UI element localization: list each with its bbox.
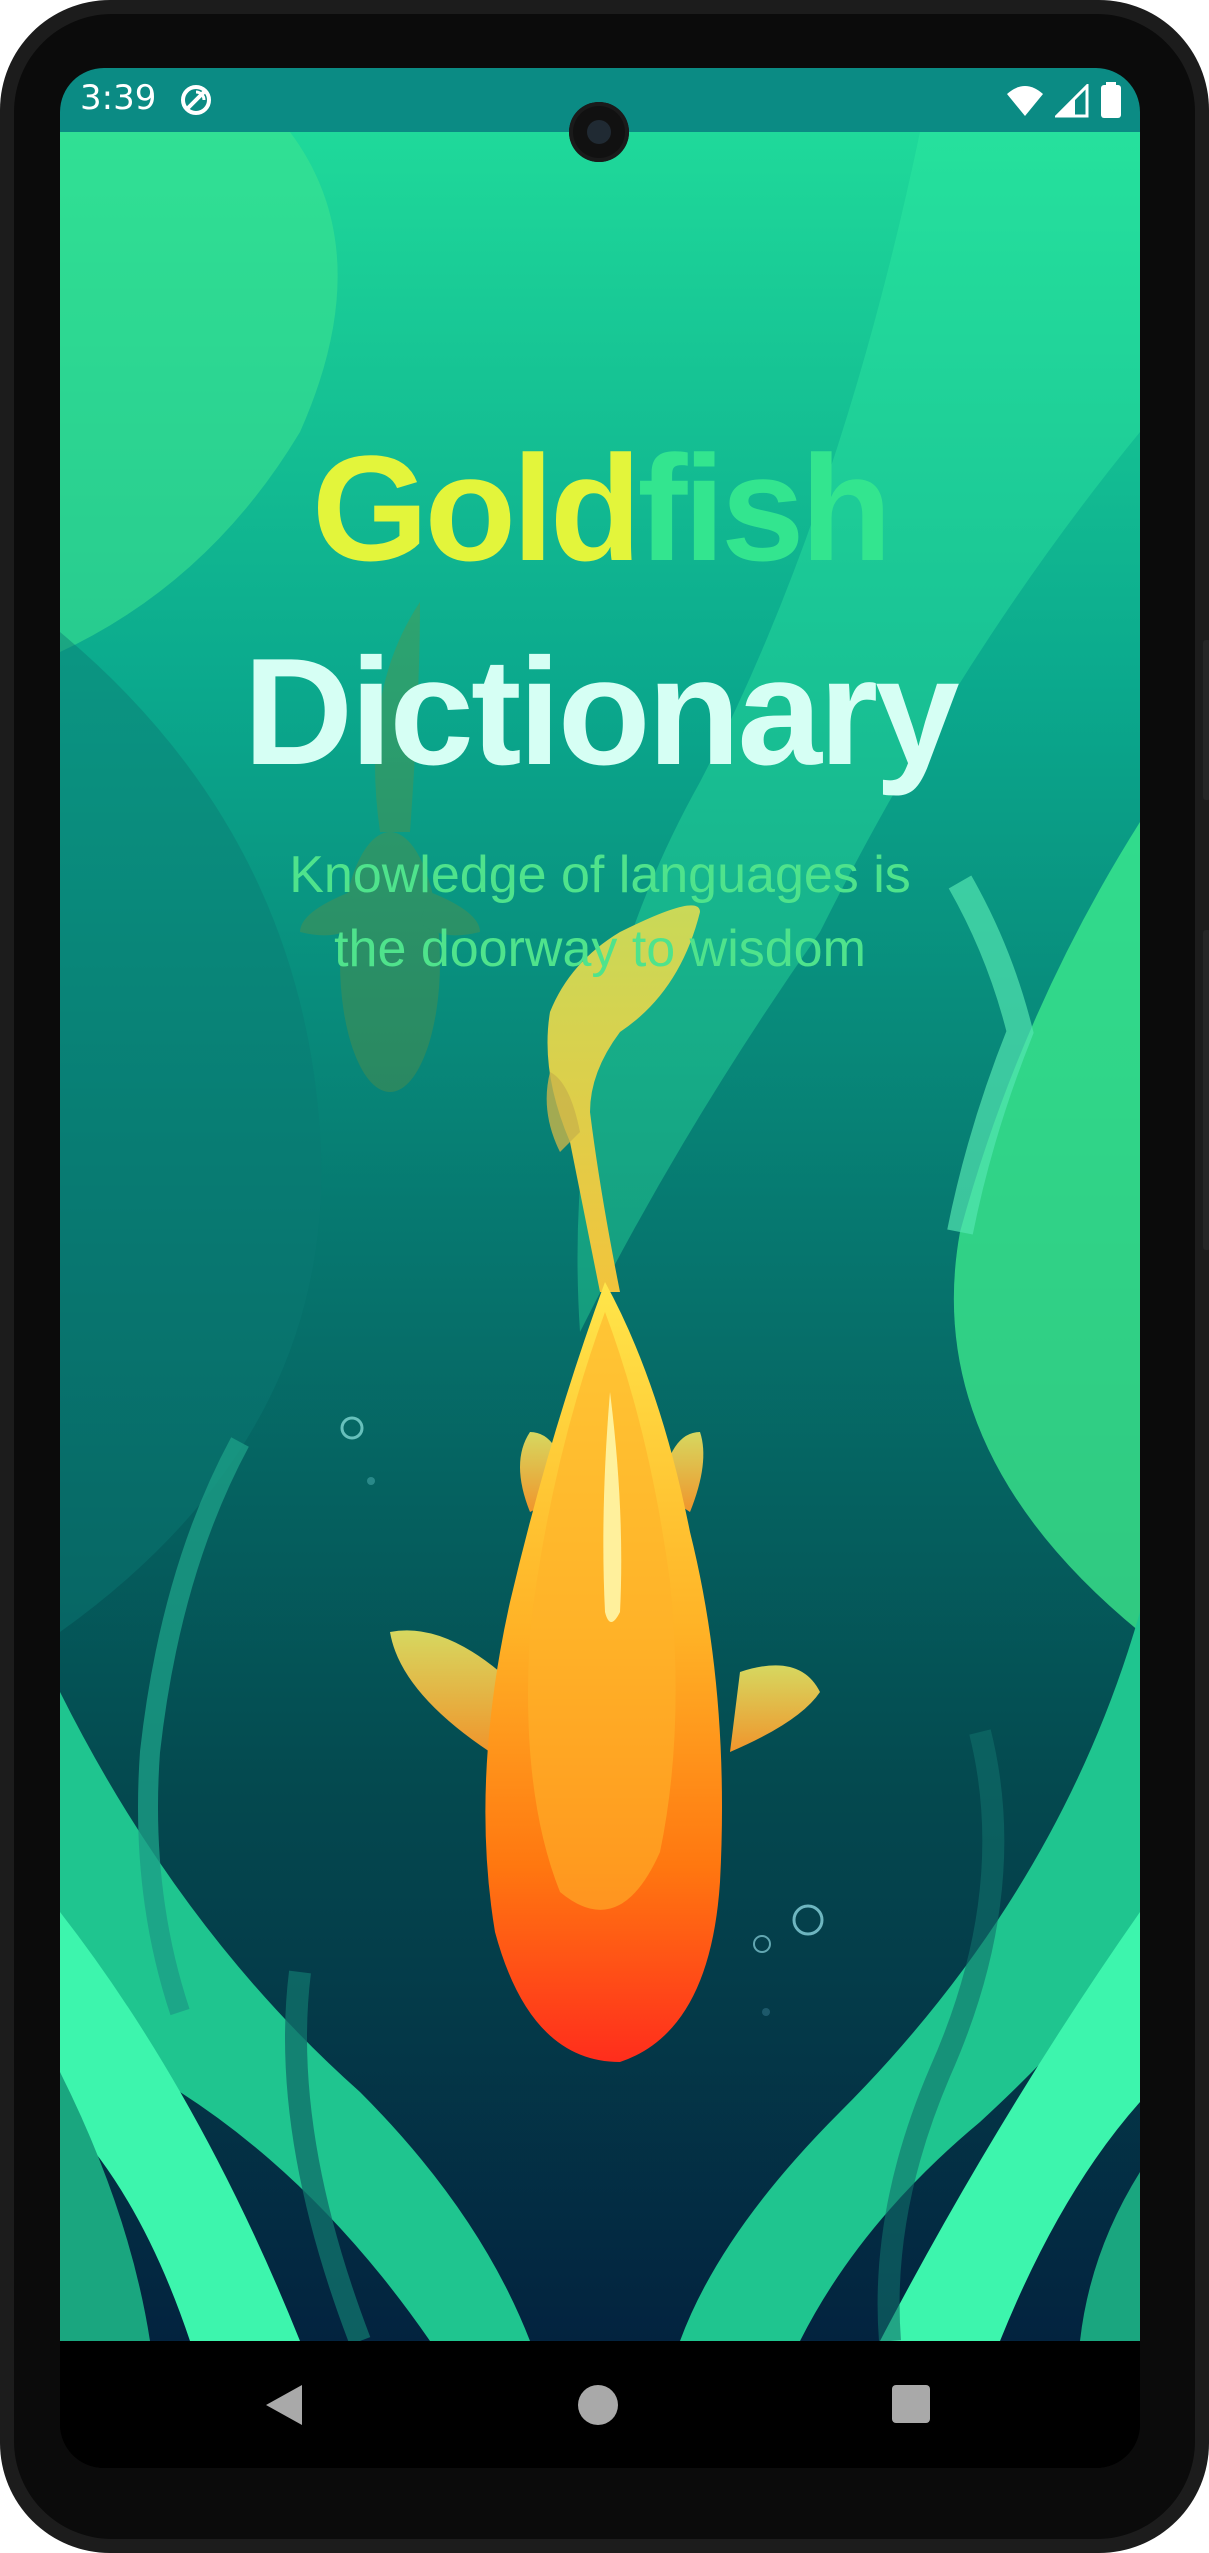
volume-button	[1203, 930, 1209, 1250]
splash-screen: Goldfish Dictionary Knowledge of languag…	[60, 132, 1140, 2341]
screen: 3:39 Goldfish Dictionary Knowledge of la…	[60, 68, 1140, 2468]
tagline: Knowledge of languages is the doorway to…	[60, 838, 1140, 986]
front-camera	[569, 102, 629, 162]
title-gold: Gold	[311, 424, 642, 592]
tagline-line-1: Knowledge of languages is	[289, 846, 911, 904]
recents-icon[interactable]	[892, 2385, 930, 2423]
cell-signal-icon	[1053, 82, 1089, 118]
app-title-goldfish: Goldfish	[60, 428, 1140, 588]
wifi-icon	[1006, 86, 1043, 116]
battery-icon	[1101, 82, 1121, 118]
tagline-line-2: the doorway to wisdom	[334, 920, 866, 978]
phone-frame: 3:39 Goldfish Dictionary Knowledge of la…	[0, 0, 1209, 2553]
app-title-dictionary: Dictionary	[243, 627, 959, 797]
status-time: 3:39	[80, 78, 157, 118]
back-icon[interactable]	[264, 2383, 304, 2427]
home-icon[interactable]	[578, 2385, 618, 2425]
power-button	[1203, 640, 1209, 800]
sync-icon	[178, 82, 214, 122]
navigation-bar	[60, 2341, 1140, 2468]
title-fish: fish	[637, 424, 892, 592]
